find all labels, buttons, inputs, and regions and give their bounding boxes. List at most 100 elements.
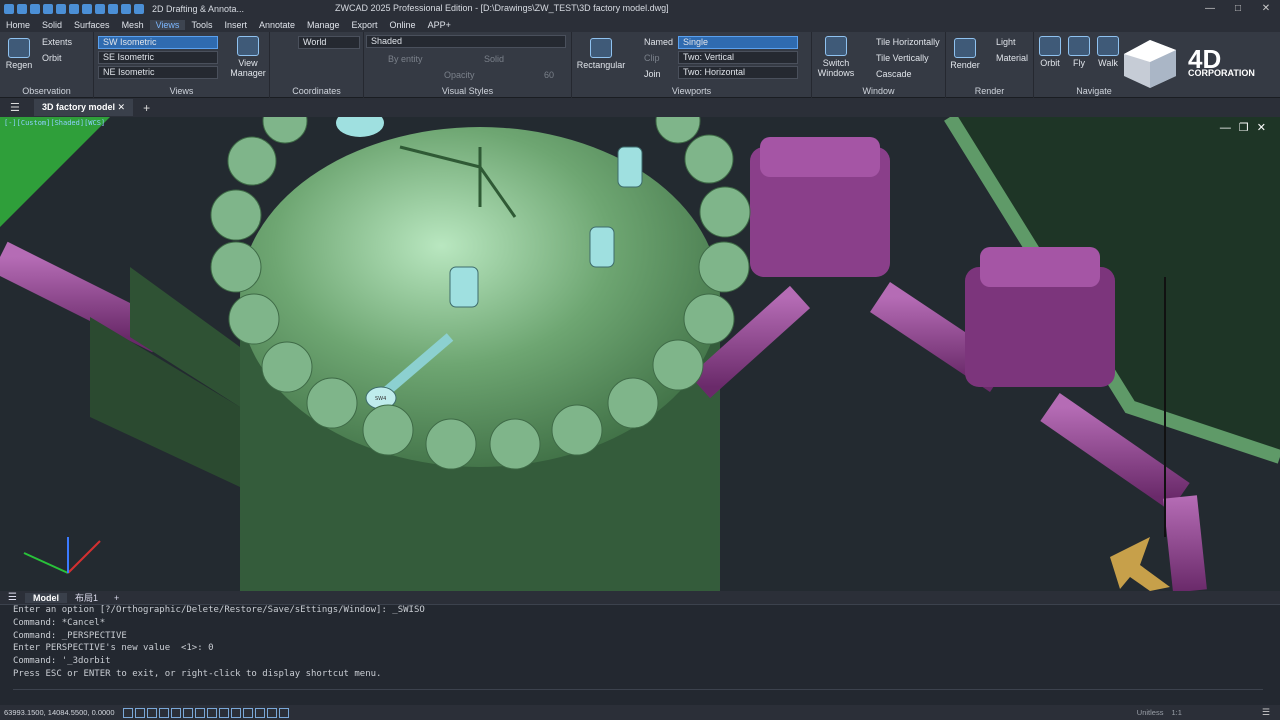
workspace-dropdown[interactable]: 2D Drafting & Annota... — [152, 4, 244, 14]
selection-cycling-icon[interactable] — [242, 707, 253, 718]
transparency-toggle-icon[interactable] — [230, 707, 241, 718]
window-panel-title: Window — [862, 86, 895, 96]
menu-mesh[interactable]: Mesh — [116, 20, 150, 30]
viewport-two-horizontal[interactable]: Two: Horizontal — [678, 66, 798, 79]
regen-button[interactable]: Regen — [4, 38, 34, 70]
named-viewports-button[interactable]: Named — [644, 37, 673, 47]
command-history-line: Press ESC or ENTER to exit, or right-cli… — [13, 668, 382, 679]
title-bar: 2D Drafting & Annota... ZWCAD 2025 Profe… — [0, 0, 1280, 17]
menu-surfaces[interactable]: Surfaces — [68, 20, 116, 30]
menu-solid[interactable]: Solid — [36, 20, 68, 30]
layout1-tab[interactable]: 布局1 — [67, 591, 106, 604]
ortho-toggle-icon[interactable] — [146, 707, 157, 718]
maximize-button[interactable]: □ — [1224, 0, 1252, 17]
clip-button[interactable]: Clip — [644, 53, 660, 63]
viewport-restore-icon[interactable]: ❐ — [1239, 122, 1257, 134]
close-button[interactable]: ✕ — [1252, 0, 1280, 17]
face-style-dropdown[interactable]: Solid — [484, 54, 504, 64]
model-tab[interactable]: Model — [24, 592, 67, 603]
menu-manage[interactable]: Manage — [301, 20, 346, 30]
command-input[interactable] — [13, 689, 1263, 701]
menu-online[interactable]: Online — [384, 20, 422, 30]
grid-toggle-icon[interactable] — [122, 707, 133, 718]
tile-vertically-button[interactable]: Tile Vertically — [876, 53, 929, 63]
menu-export[interactable]: Export — [346, 20, 384, 30]
navigate-panel: Orbit Fly Walk Navigate 4D CORPORATION — [1034, 32, 1280, 98]
material-button[interactable]: Material — [996, 53, 1028, 63]
view-manager-button[interactable]: View Manager — [230, 36, 266, 78]
annotation-monitor-icon[interactable] — [266, 707, 277, 718]
opacity-value[interactable]: 60 — [544, 70, 554, 80]
lineweight-toggle-icon[interactable] — [218, 707, 229, 718]
visual-style-dropdown[interactable]: Shaded — [366, 35, 566, 48]
join-button[interactable]: Join — [644, 69, 661, 79]
layout-menu-icon[interactable]: ☰ — [0, 592, 25, 603]
minimize-button[interactable]: — — [1196, 0, 1224, 17]
view-sw-isometric[interactable]: SW Isometric — [98, 36, 218, 49]
otrack-toggle-icon[interactable] — [182, 707, 193, 718]
view-se-isometric[interactable]: SE Isometric — [98, 51, 218, 64]
polar-toggle-icon[interactable] — [158, 707, 169, 718]
app-logo-icon[interactable] — [4, 3, 14, 14]
save-icon[interactable] — [43, 3, 53, 14]
menu-home[interactable]: Home — [0, 20, 36, 30]
help-icon[interactable] — [134, 3, 144, 14]
orbit-button[interactable]: Orbit — [1036, 36, 1064, 68]
rectangular-viewport-button[interactable]: Rectangular — [576, 38, 626, 70]
print-icon[interactable] — [69, 3, 79, 14]
annotation-scale[interactable]: 1:1 — [1171, 708, 1181, 717]
menu-tools[interactable]: Tools — [185, 20, 218, 30]
document-tab[interactable]: 3D factory model ✕ — [34, 99, 134, 116]
opacity-label: Opacity — [444, 70, 475, 80]
render-button[interactable]: Render — [948, 38, 982, 70]
cascade-button[interactable]: Cascade — [876, 69, 912, 79]
undo-icon[interactable] — [108, 3, 118, 14]
redo-icon[interactable] — [121, 3, 131, 14]
menu-annotate[interactable]: Annotate — [253, 20, 301, 30]
ucs-dropdown[interactable]: World — [298, 36, 360, 49]
views-panel: SW Isometric SE Isometric NE Isometric V… — [94, 32, 270, 98]
edge-color-dropdown[interactable]: By entity — [388, 54, 423, 64]
orbit-small-button[interactable]: Orbit — [42, 53, 62, 63]
ribbon: Regen Extents Orbit Observation SW Isome… — [0, 32, 1280, 98]
ducs-toggle-icon[interactable] — [194, 707, 205, 718]
osnap-toggle-icon[interactable] — [170, 707, 181, 718]
new-file-icon[interactable] — [17, 3, 27, 14]
plot-icon[interactable] — [82, 3, 92, 14]
visual-styles-panel: Shaded By entity Solid Opacity 60 Visual… — [364, 32, 572, 98]
viewport-minimize-icon[interactable]: — — [1220, 122, 1239, 134]
snap-toggle-icon[interactable] — [134, 707, 145, 718]
hamburger-menu-icon[interactable]: ☰ — [10, 101, 20, 114]
view-ne-isometric[interactable]: NE Isometric — [98, 66, 218, 79]
quick-properties-icon[interactable] — [278, 707, 289, 718]
save-as-icon[interactable] — [56, 3, 66, 14]
menu-insert[interactable]: Insert — [218, 20, 253, 30]
units-indicator[interactable]: Unitless — [1137, 708, 1164, 717]
3d-osnap-icon[interactable] — [254, 707, 265, 718]
viewport-two-vertical[interactable]: Two: Vertical — [678, 51, 798, 64]
menu-views[interactable]: Views — [149, 19, 186, 30]
views-panel-title: Views — [169, 86, 194, 96]
viewport-controls-label[interactable]: [-][Custom][Shaded][WCS] — [4, 119, 105, 127]
dyn-toggle-icon[interactable] — [206, 707, 217, 718]
command-window[interactable]: Enter an option [?/Orthographic/Delete/R… — [0, 604, 1280, 705]
extents-button[interactable]: Extents — [42, 37, 72, 47]
viewport-single[interactable]: Single — [678, 36, 798, 49]
publish-icon[interactable] — [95, 3, 105, 14]
orbit-icon — [1039, 36, 1061, 56]
window-panel: Switch Windows Tile Horizontally Tile Ve… — [812, 32, 946, 98]
viewport-close-icon[interactable]: ✕ — [1257, 122, 1274, 134]
viewports-panel-title: Viewports — [671, 86, 712, 96]
customize-icon[interactable]: ☰ — [1262, 707, 1270, 718]
new-tab-icon[interactable]: + — [143, 101, 150, 115]
fly-button[interactable]: Fly — [1066, 36, 1092, 68]
menu-app-[interactable]: APP+ — [422, 20, 457, 30]
add-layout-icon[interactable]: + — [106, 593, 127, 603]
drawing-viewport[interactable]: SW4 [-][Custom][Shaded][WCS] —❐✕ — [0, 117, 1280, 591]
close-tab-icon[interactable]: ✕ — [118, 102, 126, 112]
observation-panel: Regen Extents Orbit Observation — [0, 32, 94, 98]
light-button[interactable]: Light — [996, 37, 1016, 47]
open-file-icon[interactable] — [30, 3, 40, 14]
tile-horizontally-button[interactable]: Tile Horizontally — [876, 37, 940, 47]
switch-windows-button[interactable]: Switch Windows — [816, 36, 856, 78]
